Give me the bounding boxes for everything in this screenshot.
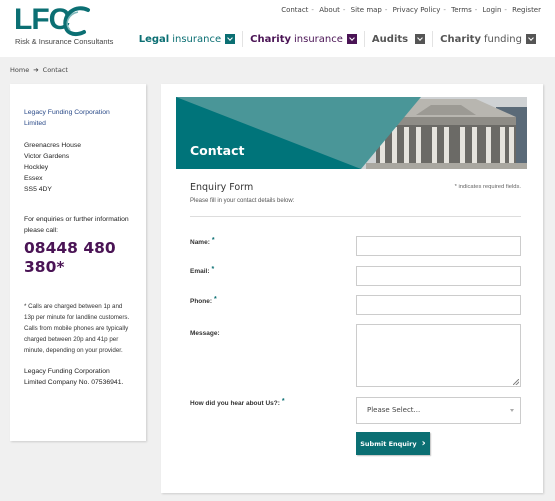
chevron-down-icon[interactable]: [346, 34, 357, 44]
hero-banner: Contact: [176, 97, 527, 169]
hero-building-image: [176, 97, 527, 169]
nav-charity-insurance[interactable]: Charity insurance: [242, 31, 364, 47]
source-select[interactable]: Please Select...: [356, 397, 521, 424]
form-subtitle: Please fill in your contact details belo…: [190, 198, 295, 204]
separator: -: [311, 6, 314, 14]
address-line: Essex: [24, 175, 43, 182]
sidebar-company-registration: Legacy Funding Corporation Limited Compa…: [24, 368, 124, 386]
hero-title: Contact: [190, 143, 245, 158]
breadcrumb-home[interactable]: Home: [10, 66, 29, 74]
top-link-site-map[interactable]: Site map: [351, 6, 382, 14]
form-divider: [190, 216, 521, 217]
chevron-right-icon: ›: [421, 437, 426, 449]
submit-enquiry-button[interactable]: Submit Enquiry ›: [356, 432, 430, 455]
contact-sidebar: Legacy Funding Corporation Limited Green…: [10, 84, 146, 441]
separator: -: [504, 6, 507, 14]
nav-legal-insurance[interactable]: Legal insurance: [132, 31, 242, 47]
sidebar-enquiry-text: For enquiries or further information ple…: [24, 216, 129, 234]
nav-label-bold: Charity: [250, 33, 292, 45]
required-marker: *: [211, 237, 215, 244]
phone-label: Phone: *: [190, 296, 217, 305]
separator: -: [443, 6, 446, 14]
submit-label: Submit Enquiry: [360, 439, 417, 448]
logo-swoosh-icon: [63, 6, 90, 37]
message-label: Message:: [190, 330, 220, 337]
top-link-about[interactable]: About: [319, 6, 340, 14]
nav-label-light: funding: [483, 33, 522, 45]
nav-label-bold: Legal: [138, 33, 170, 45]
separator: -: [342, 6, 346, 14]
source-label: How did you hear about Us?: *: [190, 398, 285, 407]
separator: -: [384, 6, 388, 14]
nav-label-light: insurance: [172, 33, 222, 45]
top-link-contact[interactable]: Contact: [281, 6, 308, 14]
address-line: Hockley: [24, 164, 49, 171]
caret-down-icon: [510, 409, 514, 412]
top-link-terms[interactable]: Terms: [451, 6, 472, 14]
email-label-text: Email:: [190, 268, 210, 275]
required-marker: *: [211, 266, 215, 273]
form-title: Enquiry Form: [190, 182, 254, 193]
phone-input[interactable]: [356, 295, 521, 315]
logo-tagline: Risk & Insurance Consultants: [15, 37, 114, 46]
sidebar-call-charges-note: * Calls are charged between 1p and 13p p…: [24, 303, 130, 354]
message-textarea[interactable]: [356, 324, 521, 387]
top-links: Contact - About - Site map - Privacy Policy…: [281, 6, 541, 14]
main-nav: Legal insurance Charity insurance Audits C…: [132, 31, 543, 47]
required-marker: *: [214, 296, 217, 303]
phone-label-text: Phone:: [190, 298, 213, 305]
nav-label-bold: Charity: [440, 33, 481, 45]
name-label-text: Name:: [190, 239, 210, 246]
source-select-value: Please Select...: [367, 406, 421, 414]
top-link-privacy-policy[interactable]: Privacy Policy: [393, 6, 441, 14]
sidebar-phone-number[interactable]: 08448 480 380*: [24, 239, 132, 277]
top-link-login[interactable]: Login: [483, 6, 502, 14]
site-header: LFC Risk & Insurance Consultants Contact…: [0, 0, 555, 57]
chevron-down-icon[interactable]: [225, 34, 236, 44]
breadcrumb: Home ➔ Contact: [10, 66, 68, 74]
nav-audits[interactable]: Audits: [363, 31, 432, 47]
address-line: Victor Gardens: [24, 153, 70, 160]
main-content: Contact Enquiry Form * indicates require…: [161, 84, 543, 493]
resize-handle-icon[interactable]: [513, 379, 519, 385]
chevron-down-icon[interactable]: [415, 34, 426, 44]
email-input[interactable]: [356, 266, 521, 286]
chevron-down-icon[interactable]: [526, 34, 536, 44]
nav-label-light: insurance: [294, 33, 343, 45]
address-line: SS5 4DY: [24, 186, 52, 193]
email-label: Email: *: [190, 266, 215, 275]
required-marker: *: [281, 398, 285, 405]
top-link-register[interactable]: Register: [512, 6, 541, 14]
separator: -: [474, 6, 478, 14]
breadcrumb-current: Contact: [42, 66, 68, 74]
nav-label-bold: Audits: [371, 33, 409, 45]
address-line: Greenacres House: [24, 142, 82, 149]
required-fields-note: * indicates required fields.: [454, 184, 521, 190]
sidebar-company-name: Legacy Funding Corporation Limited: [24, 109, 110, 127]
source-label-text: How did you hear about Us?:: [190, 400, 280, 407]
sidebar-address: Greenacres House Victor Gardens Hockley …: [24, 140, 132, 195]
name-input[interactable]: [356, 236, 521, 256]
nav-charity-funding[interactable]: Charity funding: [432, 31, 543, 47]
arrow-right-icon: ➔: [33, 66, 39, 74]
name-label: Name: *: [190, 237, 215, 246]
message-label-text: Message:: [190, 330, 220, 337]
